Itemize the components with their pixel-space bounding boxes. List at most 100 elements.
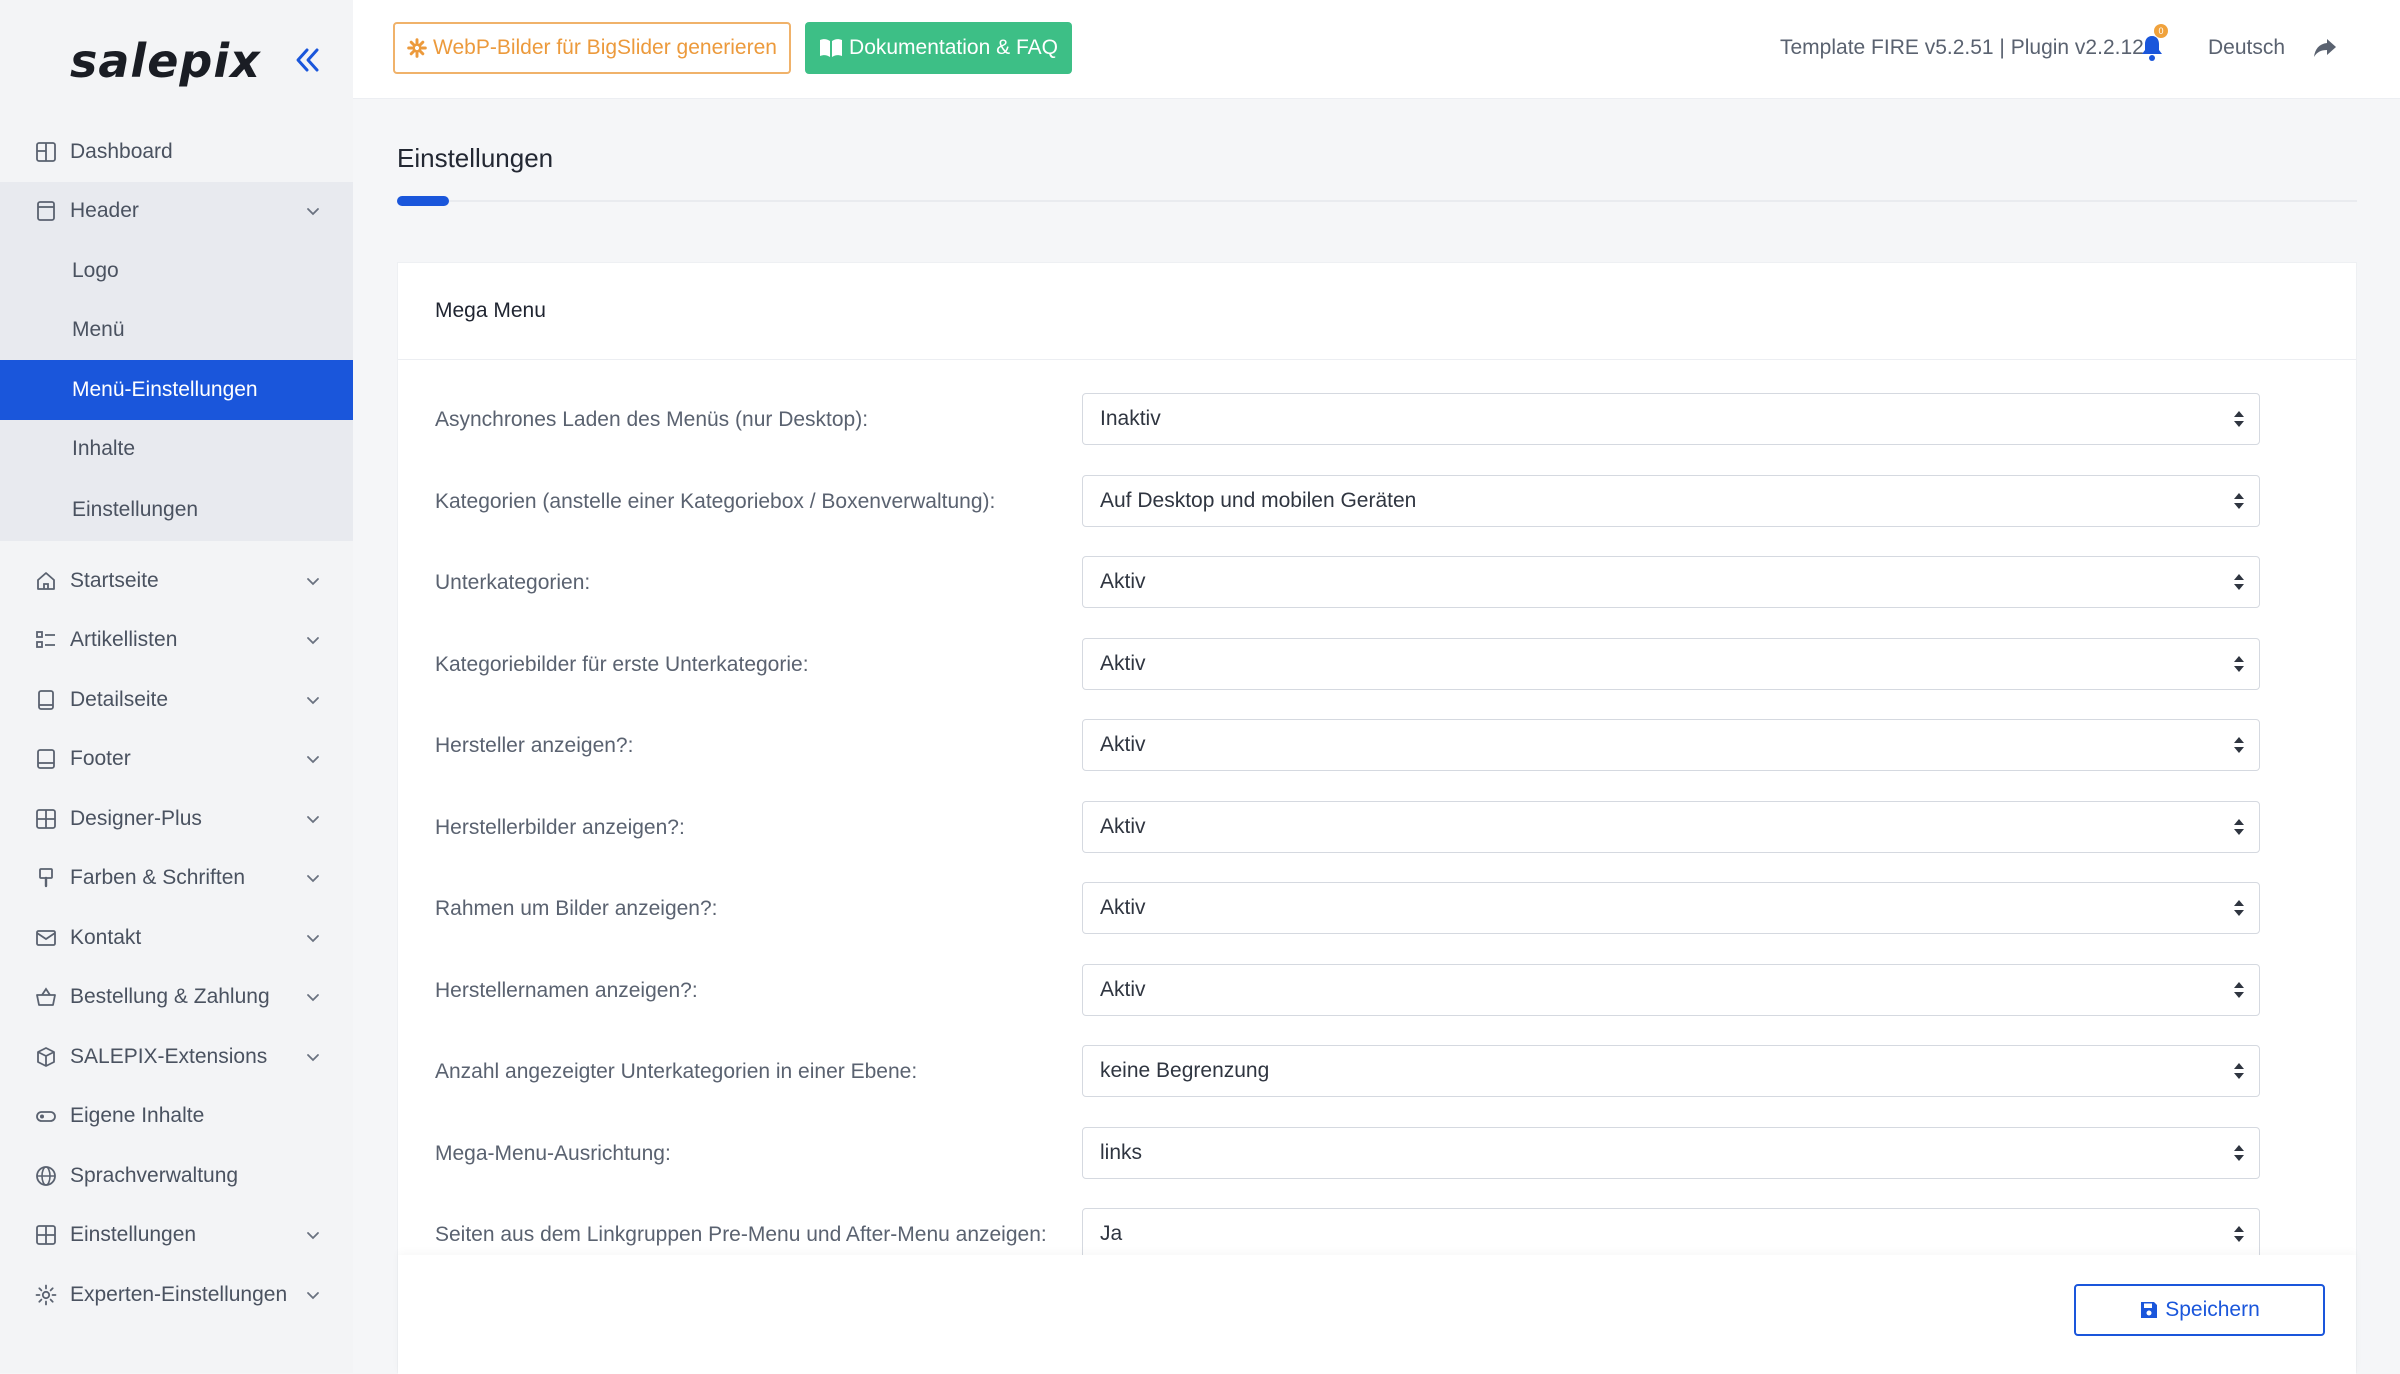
- select-value: Aktiv: [1100, 896, 1146, 919]
- sidebar-item-label: Designer-Plus: [70, 806, 202, 830]
- documentation-label: Dokumentation & FAQ: [849, 36, 1058, 59]
- sidebar-item-label: Experten-Einstellungen: [70, 1282, 288, 1306]
- subcategories-select[interactable]: Aktiv: [1082, 556, 2260, 608]
- sidebar-item-label: Einstellungen: [70, 1223, 197, 1247]
- generate-webp-button[interactable]: WebP-Bilder für BigSlider generieren: [393, 22, 791, 74]
- mega-menu-alignment-select[interactable]: links: [1082, 1126, 2260, 1179]
- sidebar-item-eigene-inhalte[interactable]: Eigene Inhalte: [0, 1087, 353, 1147]
- sort-arrows-icon: [2234, 737, 2244, 753]
- sidebar-item-label: Startseite: [70, 568, 159, 592]
- bell-icon: [2142, 36, 2162, 61]
- select-value: Inaktiv: [1100, 407, 1161, 430]
- sort-arrows-icon: [2234, 1144, 2244, 1161]
- documentation-button[interactable]: Dokumentation & FAQ: [805, 22, 1072, 74]
- sidebar-subitem-menu-settings[interactable]: Menü-Einstellungen: [0, 360, 353, 420]
- collapse-sidebar-button[interactable]: [288, 40, 326, 80]
- sort-arrows-icon: [2234, 574, 2244, 590]
- sidebar-subitem-logo[interactable]: Logo: [0, 241, 353, 301]
- subcategory-limit-select[interactable]: keine Begrenzung: [1082, 1045, 2260, 1097]
- select-value: Aktiv: [1100, 814, 1146, 838]
- card-title: Mega Menu: [398, 263, 2356, 360]
- chevron-down-icon: [307, 815, 319, 824]
- sort-arrows-icon: [2234, 655, 2244, 672]
- sidebar-item-kontakt[interactable]: Kontakt: [0, 908, 353, 968]
- select-value: Aktiv: [1100, 651, 1146, 675]
- generate-webp-label: WebP-Bilder für BigSlider generieren: [433, 36, 777, 59]
- basket-icon: [36, 987, 56, 1007]
- notifications-button[interactable]: 0: [2140, 24, 2168, 64]
- select-value: links: [1100, 1140, 1143, 1164]
- field-label: Asynchrones Laden des Menüs (nur Desktop…: [435, 408, 869, 431]
- language-selector[interactable]: Deutsch: [2208, 36, 2285, 60]
- chevron-down-icon: [307, 934, 319, 943]
- field-label: Anzahl angezeigter Unterkategorien in ei…: [435, 1060, 918, 1083]
- gear-icon: [407, 38, 427, 58]
- logo: salepix: [70, 34, 261, 88]
- list-icon: [36, 631, 55, 649]
- sidebar-item-detailseite[interactable]: Detailseite: [0, 670, 353, 730]
- async-menu-select[interactable]: Inaktiv: [1082, 393, 2260, 445]
- sidebar-nav: Startseite Artikellisten Detailseite Foo…: [0, 541, 353, 1325]
- form-row: Hersteller anzeigen?: Aktiv: [398, 719, 2356, 773]
- sidebar-item-designer-plus[interactable]: Designer-Plus: [0, 789, 353, 849]
- linkgroup-pages-select[interactable]: Ja: [1082, 1208, 2260, 1260]
- form-row: Herstellernamen anzeigen?: Aktiv: [398, 963, 2356, 1018]
- mail-icon: [36, 929, 56, 946]
- layout-icon: [36, 141, 56, 162]
- show-manufacturer-select[interactable]: Aktiv: [1082, 719, 2260, 771]
- sort-arrows-icon: [2234, 1063, 2244, 1079]
- sidebar-item-label: Eigene Inhalte: [70, 1104, 205, 1128]
- field-label: Hersteller anzeigen?:: [435, 734, 634, 757]
- sidebar-subitem-contents[interactable]: Inhalte: [0, 420, 353, 480]
- save-button[interactable]: Speichern: [2074, 1284, 2325, 1336]
- form-row: Anzahl angezeigter Unterkategorien in ei…: [398, 1045, 2356, 1099]
- form-row: Unterkategorien: Aktiv: [398, 556, 2356, 610]
- sidebar-item-startseite[interactable]: Startseite: [0, 551, 353, 611]
- form-row: Kategorien (anstelle einer Kategoriebox …: [398, 474, 2356, 529]
- sidebar-subitem-menu[interactable]: Menü: [0, 301, 353, 361]
- grid-icon: [36, 1225, 56, 1246]
- sort-arrows-icon: [2234, 900, 2244, 916]
- sidebar-item-label: Farben & Schriften: [70, 866, 246, 890]
- logo-row: salepix: [0, 0, 353, 122]
- field-label: Mega-Menu-Ausrichtung:: [435, 1141, 671, 1165]
- gear-icon: [35, 1284, 57, 1306]
- categories-select[interactable]: Auf Desktop und mobilen Geräten: [1082, 474, 2260, 527]
- sidebar-item-salepix-extensions[interactable]: SALEPIX-Extensions: [0, 1027, 353, 1087]
- sidebar-item-label: SALEPIX-Extensions: [70, 1044, 268, 1068]
- field-label: Unterkategorien:: [435, 571, 591, 594]
- sidebar-item-label: Header: [70, 199, 139, 223]
- sidebar-item-sprachverwaltung[interactable]: Sprachverwaltung: [0, 1146, 353, 1206]
- topbar: WebP-Bilder für BigSlider generieren Dok…: [353, 0, 2400, 99]
- sort-arrows-icon: [2234, 981, 2244, 998]
- sidebar-item-footer[interactable]: Footer: [0, 730, 353, 790]
- chevron-down-icon: [307, 994, 319, 1002]
- sidebar-item-label: Sprachverwaltung: [70, 1163, 239, 1187]
- sidebar-item-einstellungen[interactable]: Einstellungen: [0, 1206, 353, 1266]
- page-title: Einstellungen: [397, 143, 554, 173]
- field-label: Herstellernamen anzeigen?:: [435, 978, 698, 1002]
- manufacturer-names-select[interactable]: Aktiv: [1082, 963, 2260, 1016]
- field-label: Rahmen um Bilder anzeigen?:: [435, 897, 718, 920]
- sidebar-item-bestellung-zahlung[interactable]: Bestellung & Zahlung: [0, 968, 353, 1028]
- sidebar-item-dashboard[interactable]: Dashboard: [0, 122, 353, 182]
- manufacturer-images-select[interactable]: Aktiv: [1082, 800, 2260, 853]
- sidebar-item-header[interactable]: Header: [0, 181, 353, 241]
- save-label: Speichern: [2165, 1298, 2260, 1321]
- sidebar-item-experten-einstellungen[interactable]: Experten-Einstellungen: [0, 1265, 353, 1325]
- field-label: Kategoriebilder für erste Unterkategorie…: [435, 652, 809, 676]
- select-value: Aktiv: [1100, 570, 1146, 593]
- sidebar-item-label: Artikellisten: [70, 628, 178, 652]
- category-images-select[interactable]: Aktiv: [1082, 637, 2260, 690]
- sidebar-item-farben-schriften[interactable]: Farben & Schriften: [0, 849, 353, 909]
- logout-button[interactable]: [2312, 36, 2338, 62]
- image-border-select[interactable]: Aktiv: [1082, 882, 2260, 934]
- box-icon: [37, 1046, 55, 1067]
- sidebar-subitem-settings[interactable]: Einstellungen: [0, 479, 353, 541]
- sidebar-item-artikellisten[interactable]: Artikellisten: [0, 611, 353, 671]
- notification-badge: 0: [2154, 24, 2168, 38]
- header-icon: [37, 201, 55, 222]
- grid-icon: [36, 808, 56, 829]
- select-value: Ja: [1100, 1222, 1123, 1245]
- field-label: Seiten aus dem Linkgruppen Pre-Menu und …: [435, 1223, 1047, 1246]
